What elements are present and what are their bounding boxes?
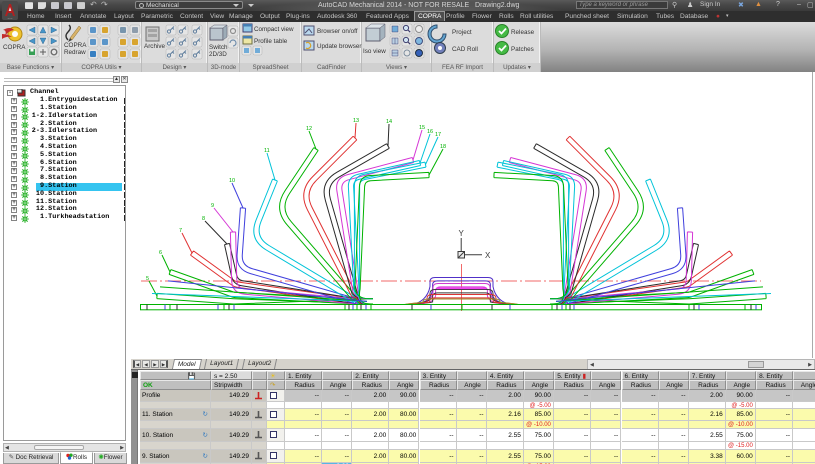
svg-text:15: 15 [419,125,425,131]
svg-text:18: 18 [440,144,446,150]
svg-text:11: 11 [264,148,270,154]
svg-text:X: X [485,251,491,260]
svg-text:7: 7 [179,228,182,234]
svg-text:16: 16 [427,129,433,135]
svg-text:14: 14 [386,119,392,125]
svg-text:13: 13 [353,118,359,124]
svg-text:5: 5 [146,276,149,282]
svg-text:17: 17 [435,132,441,138]
svg-text:10: 10 [229,178,235,184]
svg-text:9: 9 [211,203,214,209]
svg-text:Y: Y [459,229,465,238]
svg-text:12: 12 [306,126,312,132]
svg-text:6: 6 [159,250,162,256]
svg-text:8: 8 [202,216,205,222]
